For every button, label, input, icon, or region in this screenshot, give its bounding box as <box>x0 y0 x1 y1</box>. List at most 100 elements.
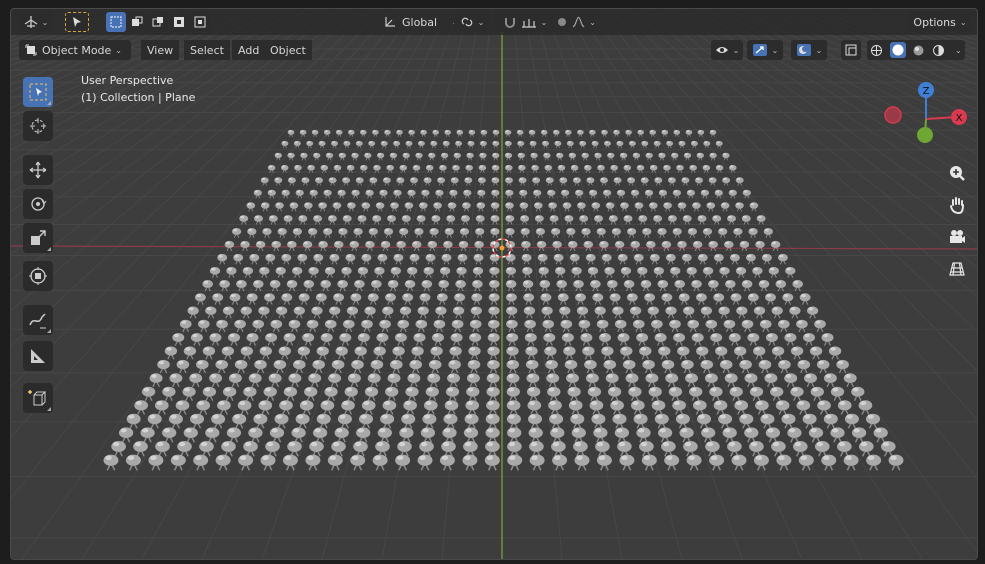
scene-object <box>479 152 487 161</box>
scene-object <box>291 427 306 443</box>
solid-shading-icon[interactable] <box>889 42 906 58</box>
scene-object <box>182 386 196 401</box>
3d-viewport[interactable]: Z X ⌄ Global ⌄ ⌄ ⌄ Options ⌄ Object Mode… <box>10 8 978 560</box>
select-mode-set-button[interactable] <box>106 12 126 32</box>
scene-object <box>557 293 569 305</box>
scene-object <box>324 386 338 401</box>
scene-object <box>382 177 391 186</box>
scene-object <box>275 202 284 212</box>
gizmo-dropdown[interactable]: ⌄ <box>747 40 783 60</box>
mode-dropdown[interactable]: Object Mode ⌄ <box>19 40 131 60</box>
scene-object <box>690 140 698 149</box>
pan-button[interactable] <box>945 193 969 217</box>
scene-object <box>577 202 586 212</box>
select-mode-extend-button[interactable] <box>127 12 147 32</box>
scene-object <box>523 306 536 319</box>
overlays-dropdown[interactable]: ⌄ <box>791 40 827 60</box>
scene-object <box>663 202 672 212</box>
scene-object <box>722 177 731 186</box>
scene-object <box>219 280 230 292</box>
scene-object <box>665 306 677 319</box>
tool-measure[interactable] <box>23 341 53 371</box>
scene-object <box>580 333 593 346</box>
scene-object <box>637 129 644 137</box>
scene-object <box>172 333 185 346</box>
scene-object <box>749 386 764 401</box>
menu-object[interactable]: Object <box>264 40 312 60</box>
scene-object <box>524 319 536 333</box>
perspective-toggle-button[interactable] <box>945 257 969 281</box>
scene-object <box>592 293 604 305</box>
viewport-editor-icon <box>24 16 38 28</box>
scene-object <box>376 333 389 346</box>
scene-object <box>287 129 295 137</box>
scene-object <box>632 152 641 161</box>
menu-view[interactable]: View <box>141 40 180 60</box>
scene-object <box>609 293 621 305</box>
tool-annotate[interactable] <box>23 305 53 335</box>
rendered-shading-icon[interactable] <box>932 44 945 57</box>
scene-object <box>473 253 484 265</box>
tool-add-cube[interactable] <box>23 383 53 413</box>
editor-type-button[interactable]: ⌄ <box>19 12 53 32</box>
scene-object <box>837 400 852 415</box>
annotate-icon <box>29 313 46 329</box>
scene-object <box>370 280 382 292</box>
scene-object <box>665 373 679 388</box>
scene-object <box>703 140 711 149</box>
shading-chevron-icon[interactable]: ⌄ <box>955 46 962 55</box>
select-tweak-button[interactable] <box>65 12 89 32</box>
scene-object <box>667 177 676 186</box>
select-mode-subtract-button[interactable] <box>148 12 168 32</box>
snap-controls[interactable]: ⌄ <box>496 12 554 32</box>
scene-object <box>645 152 653 161</box>
menu-select[interactable]: Select <box>184 40 230 60</box>
pivot-point-dropdown[interactable]: ⌄ <box>454 12 490 32</box>
transform-orientation-dropdown[interactable]: Global <box>377 12 447 32</box>
tool-transform[interactable] <box>23 261 53 291</box>
scene-object <box>553 129 560 137</box>
tool-rotate[interactable] <box>23 189 53 219</box>
scene-object <box>505 266 517 278</box>
scene-object <box>594 152 602 161</box>
scene-object <box>702 266 714 278</box>
scene-object <box>547 386 561 401</box>
scene-object <box>605 373 619 388</box>
proportional-editing-controls[interactable]: ⌄ <box>556 12 596 32</box>
scene-object <box>259 266 270 278</box>
options-dropdown[interactable]: Options ⌄ <box>909 12 971 32</box>
select-mode-intersect-button[interactable] <box>190 12 210 32</box>
menu-add[interactable]: Add <box>232 40 266 60</box>
scene-object <box>785 266 796 278</box>
scene-object <box>270 319 283 333</box>
material-shading-icon[interactable] <box>912 44 925 57</box>
tool-select-box[interactable] <box>23 77 53 107</box>
scene-object <box>605 202 615 212</box>
camera-view-button[interactable] <box>945 225 969 249</box>
scene-object <box>487 346 500 360</box>
tool-cursor[interactable] <box>23 111 53 141</box>
scene-object <box>429 228 439 238</box>
scene-object <box>252 280 264 292</box>
scene-object <box>548 202 557 212</box>
scene-object <box>274 177 283 186</box>
scene-object <box>364 386 379 401</box>
scene-object <box>623 280 635 292</box>
tool-move[interactable] <box>23 155 53 185</box>
scene-object <box>240 306 252 319</box>
zoom-button[interactable] <box>945 161 969 185</box>
scene-object <box>274 413 289 429</box>
xray-toggle[interactable] <box>841 40 861 60</box>
visibility-dropdown[interactable]: ⌄ <box>711 40 743 60</box>
scene-object <box>409 253 420 265</box>
scene-object <box>487 333 500 346</box>
select-extend-icon <box>132 16 143 26</box>
select-mode-invert-button[interactable] <box>169 12 189 32</box>
orientation-axes-icon <box>385 17 395 27</box>
scene-object <box>628 386 642 401</box>
wireframe-shading-icon[interactable] <box>870 44 883 57</box>
scene-object <box>506 359 520 374</box>
scene-object <box>739 413 754 429</box>
tool-scale[interactable] <box>23 223 53 253</box>
scene-object <box>487 359 500 374</box>
